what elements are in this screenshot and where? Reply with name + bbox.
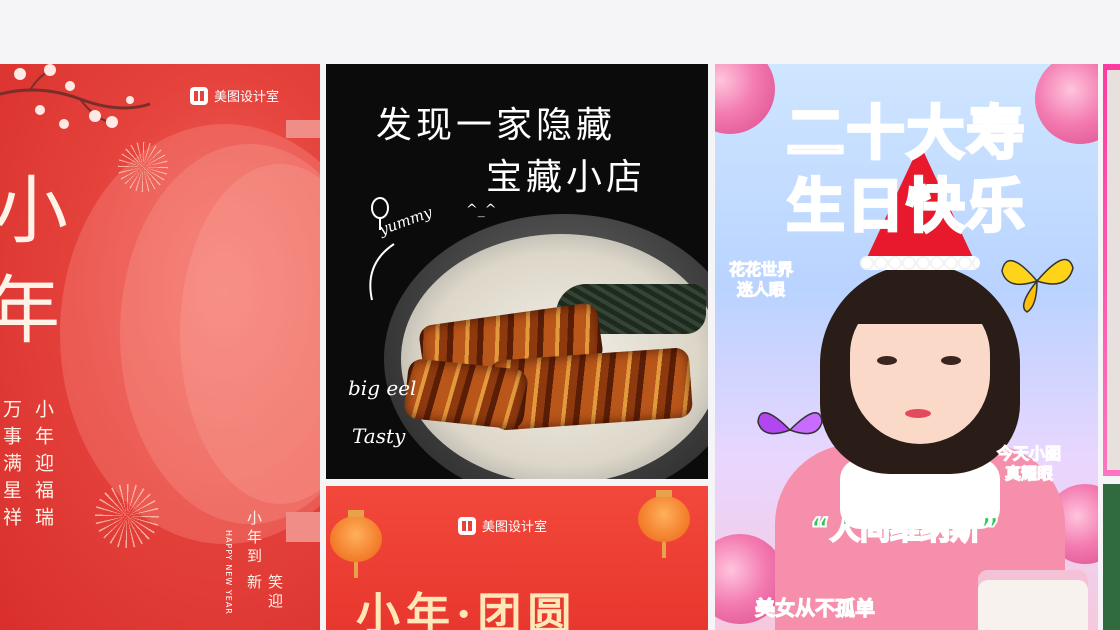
verse-left: 万事满星祥 bbox=[0, 399, 22, 534]
brand-name: 美图设计室 bbox=[482, 520, 548, 535]
brand-watermark: 美图设计室 bbox=[190, 86, 279, 105]
party-hat-trim bbox=[860, 256, 980, 270]
template-card-partial[interactable] bbox=[1103, 64, 1120, 476]
template-card-birthday[interactable]: 二十大寿 生日快乐 花花世界 迷人眼 今天小图 真耀眼 “人间维纳斯” 美女从不… bbox=[715, 64, 1098, 630]
note-smile: ^_^ bbox=[466, 202, 497, 218]
footer-english: HAPPY NEW YEAR bbox=[224, 530, 233, 615]
meitu-logo-icon bbox=[190, 86, 208, 105]
eel-image bbox=[403, 357, 529, 431]
plum-blossom-branch-icon bbox=[0, 64, 151, 129]
brand-name: 美图设计室 bbox=[214, 90, 280, 105]
title-char: 年 bbox=[0, 268, 60, 354]
footer-vertical-2: 笑迎新 bbox=[245, 574, 284, 612]
lantern-icon bbox=[638, 490, 690, 558]
girl-lips bbox=[905, 409, 931, 418]
sticker-left: 花花世界 迷人眼 bbox=[728, 260, 794, 300]
yellow-butterfly-icon bbox=[1001, 258, 1074, 313]
top-bar bbox=[0, 0, 1120, 64]
cake-image bbox=[978, 570, 1088, 630]
purple-butterfly-icon bbox=[757, 412, 823, 435]
headline-1: 发现一家隐藏 bbox=[376, 105, 617, 146]
brand-watermark: 美图设计室 bbox=[458, 516, 547, 535]
girl-eye bbox=[877, 356, 897, 365]
birthday-title-1: 二十大寿 bbox=[785, 98, 1027, 169]
sticker-right: 今天小图 真耀眼 bbox=[996, 444, 1062, 484]
firework-icon bbox=[95, 484, 159, 548]
girl-bangs bbox=[845, 279, 995, 324]
lantern-icon bbox=[330, 510, 382, 578]
title-char: 小 bbox=[0, 168, 68, 254]
footer-vertical-1: 小年到 bbox=[245, 510, 263, 567]
banner-venus: “人间维纳斯” bbox=[809, 511, 1000, 548]
note-big-eel: big eel bbox=[348, 376, 417, 400]
template-card-partial[interactable] bbox=[1103, 484, 1120, 630]
birthday-title-2: 生日快乐 bbox=[785, 171, 1027, 242]
decor-bar bbox=[286, 120, 320, 138]
note-tasty: Tasty bbox=[352, 424, 406, 448]
girl-eye bbox=[941, 356, 961, 365]
reunion-title: 小年·团圆 bbox=[356, 589, 578, 630]
template-card-reunion[interactable]: 美图设计室 小年·团圆 bbox=[326, 486, 708, 630]
template-card-hidden-shop[interactable]: 发现一家隐藏 宝藏小店 yummy ^_^ big eel Tasty bbox=[326, 64, 708, 479]
meitu-logo-icon bbox=[458, 516, 476, 535]
spoon-doodle-icon bbox=[369, 197, 395, 301]
firework-icon bbox=[118, 142, 168, 192]
decor-bar bbox=[286, 512, 320, 542]
template-card-little-new-year[interactable]: 美图设计室 小 年 小年迎福瑞 万事满星祥 小年到 笑迎新 HAPPY NEW … bbox=[0, 64, 320, 630]
headline-2: 宝藏小店 bbox=[486, 157, 647, 198]
verse-right: 小年迎福瑞 bbox=[32, 399, 54, 534]
template-thumbnail bbox=[1107, 70, 1120, 470]
bottom-text: 美女从不孤单 bbox=[755, 596, 876, 621]
